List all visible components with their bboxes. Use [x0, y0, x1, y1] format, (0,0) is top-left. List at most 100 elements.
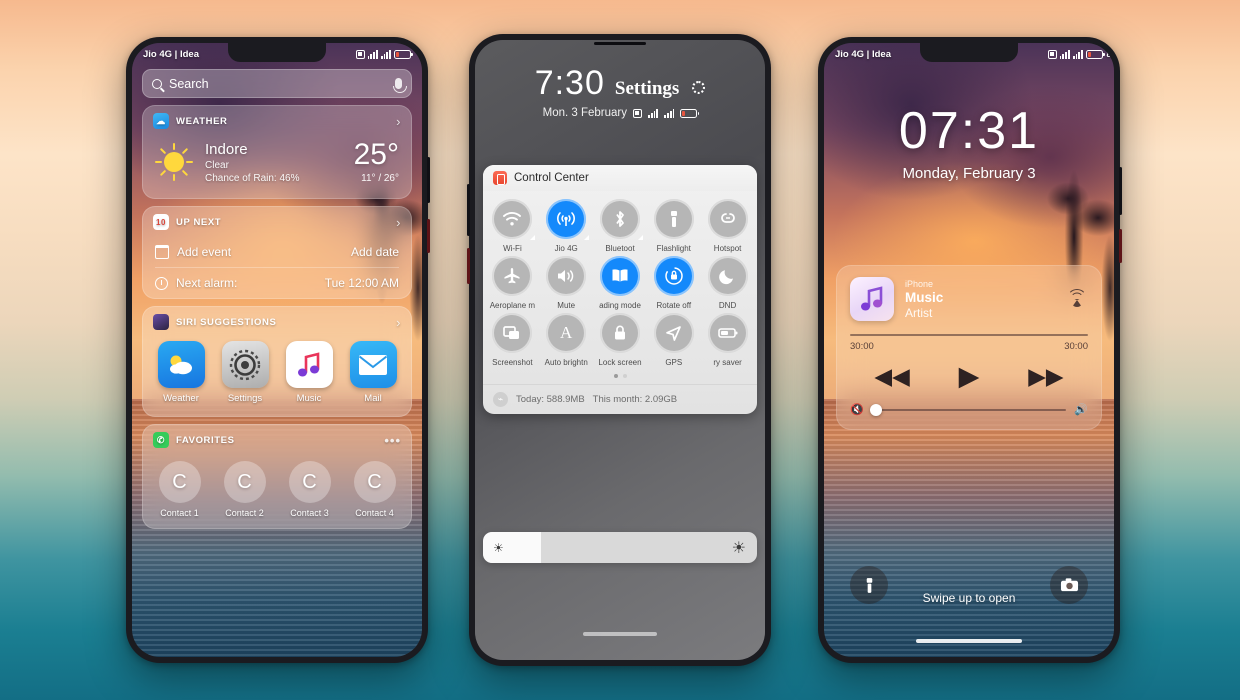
settings-label[interactable]: Settings — [615, 78, 679, 100]
scrubber[interactable] — [850, 334, 1088, 336]
brightness-low-icon: ☀ — [493, 540, 504, 555]
microphone-icon[interactable] — [392, 78, 407, 93]
app-weather[interactable]: Weather — [152, 341, 210, 404]
toggle-hotspot[interactable]: Hotspot — [702, 199, 753, 253]
chevron-right-icon[interactable]: › — [396, 215, 401, 230]
toggle-reading-mode[interactable]: ading mode — [595, 256, 646, 310]
siri-suggestions-widget[interactable]: SIRI SUGGESTIONS › Weather Settings Musi… — [142, 306, 412, 417]
control-center-icon — [493, 171, 507, 185]
sim-icon — [1047, 49, 1057, 59]
wifi-icon — [492, 199, 536, 240]
battery-percent: 8 — [1106, 49, 1111, 59]
fast-forward-button[interactable]: ▶▶ — [1028, 363, 1063, 390]
settings-app-icon — [221, 341, 269, 388]
contact-item[interactable]: C Contact 2 — [215, 461, 275, 518]
chevron-right-icon[interactable]: › — [396, 315, 401, 330]
more-icon[interactable]: ••• — [384, 433, 401, 448]
control-center-panel[interactable]: Control Center Wi-Fi Jio 4G Bluetoot Fla… — [483, 165, 757, 414]
volume-high-icon: 🔊 — [1074, 404, 1088, 416]
next-alarm-row[interactable]: Next alarm: Tue 12:00 AM — [143, 268, 411, 298]
battery-saver-icon — [707, 313, 748, 353]
toggle-label: Flashlight — [656, 244, 691, 253]
toggle-aeroplane-mode[interactable]: Aeroplane m — [487, 256, 538, 310]
power-button[interactable] — [1119, 229, 1122, 263]
player-source: iPhone — [905, 278, 934, 289]
reading-mode-icon — [599, 256, 640, 296]
date-label: Mon. 3 February — [542, 107, 627, 119]
add-event-row[interactable]: Add event Add date — [143, 237, 411, 267]
toggle-bluetooth[interactable]: Bluetoot — [595, 199, 646, 253]
app-mail[interactable]: Mail — [344, 341, 402, 404]
page-dot[interactable] — [622, 374, 627, 378]
app-music[interactable]: Music — [280, 341, 338, 404]
contact-item[interactable]: C Contact 4 — [345, 461, 405, 518]
home-indicator[interactable] — [583, 632, 657, 636]
volume-slider[interactable]: 🔇 🔊 — [850, 403, 1088, 416]
toggle-dnd[interactable]: DND — [702, 256, 753, 310]
airplay-icon[interactable] — [1066, 288, 1088, 310]
toggle-auto-brightness[interactable]: A Auto brightn — [541, 313, 592, 367]
volume-thumb[interactable] — [869, 403, 882, 416]
toggle-gps[interactable]: GPS — [648, 313, 699, 367]
battery-icon — [394, 49, 413, 59]
home-indicator[interactable] — [916, 639, 1022, 643]
expand-corner-icon[interactable] — [637, 235, 643, 240]
phone-lock-screen: Jio 4G | Idea 8 07:31 Monday, February 3… — [818, 37, 1122, 663]
toggle-cellular[interactable]: Jio 4G — [541, 199, 592, 253]
weather-widget[interactable]: ☁ WEATHER › Indore Clear Chance of Rain:… — [142, 105, 412, 199]
flashlight-shortcut[interactable] — [850, 566, 888, 604]
speaker-icon — [546, 256, 587, 296]
toggle-label: GPS — [665, 358, 683, 367]
volume-button[interactable] — [1119, 167, 1122, 215]
avatar: C — [158, 461, 201, 503]
player-title: Music — [905, 289, 944, 305]
contact-item[interactable]: C Contact 1 — [150, 461, 210, 518]
avatar: C — [353, 461, 396, 503]
toggle-mute[interactable]: Mute — [541, 256, 592, 310]
music-player-widget[interactable]: iPhone Music Artist 30:00 30:00 ◀◀ ▶ ▶▶ … — [836, 265, 1102, 430]
avatar: C — [223, 461, 266, 503]
weather-widget-header: ☁ WEATHER › — [143, 106, 411, 136]
add-date-label[interactable]: Add date — [351, 245, 399, 259]
chevron-right-icon[interactable]: › — [396, 114, 401, 129]
contact-item[interactable]: C Contact 3 — [280, 461, 340, 518]
sim-icon — [355, 49, 365, 59]
hotspot-icon — [707, 199, 748, 239]
power-button[interactable] — [427, 219, 430, 253]
favorites-title: FAVORITES — [176, 434, 235, 446]
toggle-label: Rotate off — [656, 301, 692, 310]
toggle-wifi[interactable]: Wi-Fi — [487, 199, 538, 253]
play-button[interactable]: ▶ — [959, 361, 980, 392]
search-input[interactable]: Search — [142, 69, 412, 98]
moon-icon — [707, 256, 748, 296]
contact-label: Contact 3 — [290, 508, 329, 518]
camera-shortcut[interactable] — [1050, 566, 1088, 604]
lock-date: Monday, February 3 — [902, 165, 1036, 182]
toggle-flashlight[interactable]: Flashlight — [648, 199, 699, 253]
expand-corner-icon[interactable] — [584, 235, 590, 240]
rewind-button[interactable]: ◀◀ — [874, 363, 909, 390]
flashlight-icon — [653, 199, 694, 239]
brightness-slider[interactable]: ☀ ☀ — [483, 532, 757, 563]
toggle-lock-screen[interactable]: Lock screen — [595, 313, 646, 367]
toggle-screenshot[interactable]: Screenshot — [487, 313, 538, 367]
expand-corner-icon[interactable] — [530, 235, 536, 240]
signal-bars-icon-1 — [1059, 49, 1070, 59]
volume-button[interactable] — [467, 184, 470, 236]
toggle-battery-saver[interactable]: ry saver — [702, 313, 753, 367]
signal-bars-icon-1 — [367, 49, 378, 59]
data-usage-footer[interactable]: ⌁ Today: 588.9MB This month: 2.09GB — [483, 384, 757, 414]
toggle-rotate-lock[interactable]: Rotate off — [648, 256, 699, 310]
up-next-widget[interactable]: 10 UP NEXT › Add event Add date Next ala… — [142, 206, 412, 299]
page-dot-active[interactable] — [613, 374, 618, 378]
gear-icon[interactable] — [692, 81, 706, 94]
weather-condition: Clear — [205, 159, 229, 171]
power-button[interactable] — [467, 248, 470, 284]
app-settings[interactable]: Settings — [216, 341, 274, 404]
screenshot-icon — [492, 313, 533, 353]
up-next-header: 10 UP NEXT › — [143, 207, 411, 237]
data-usage-icon: ⌁ — [493, 392, 508, 407]
favorites-widget[interactable]: ✆ FAVORITES ••• C Contact 1 C Contact 2 … — [142, 424, 412, 529]
music-app-icon — [285, 341, 333, 388]
volume-button[interactable] — [427, 157, 430, 203]
